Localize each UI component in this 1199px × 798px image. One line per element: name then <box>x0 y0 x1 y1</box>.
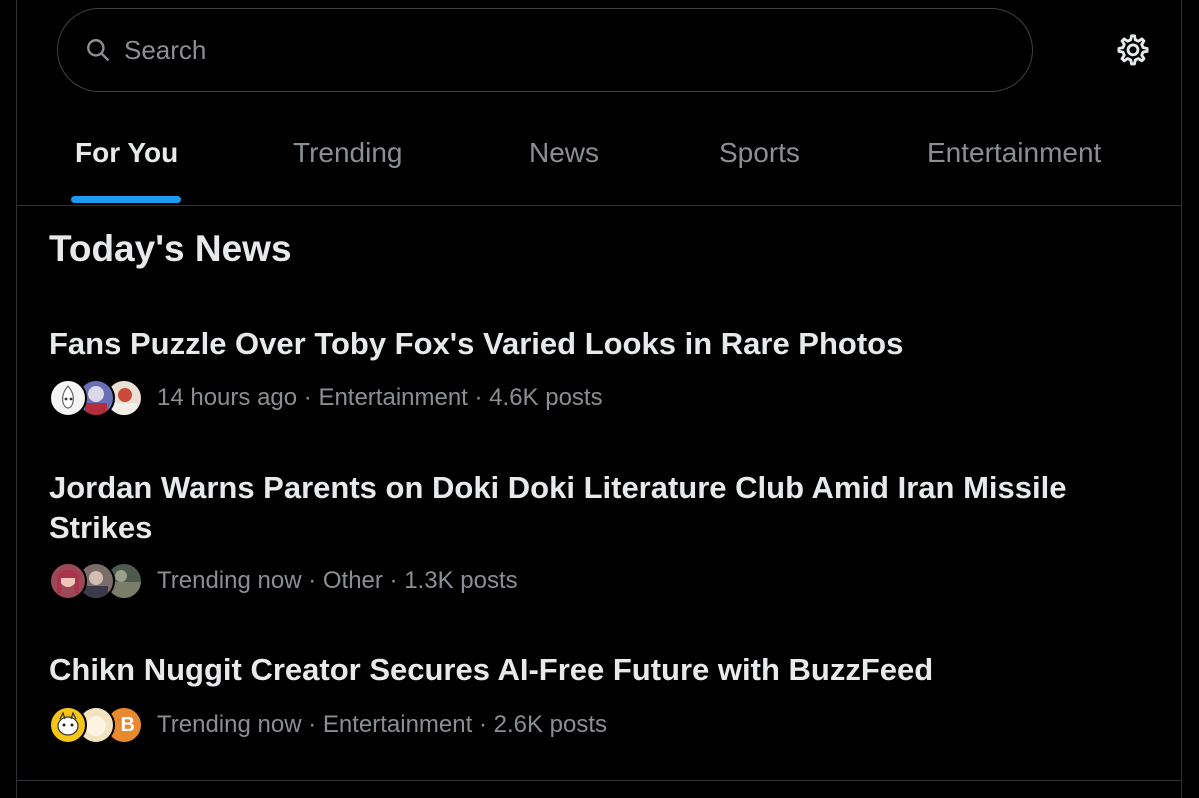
news-headline: Jordan Warns Parents on Doki Doki Litera… <box>49 470 1067 545</box>
tab-bar: For You Trending News Sports Entertainme… <box>17 110 1181 206</box>
tab-label: News <box>529 137 600 168</box>
explore-panel: For You Trending News Sports Entertainme… <box>16 0 1182 798</box>
search-header <box>17 0 1181 110</box>
divider <box>17 780 1181 781</box>
news-headline: Fans Puzzle Over Toby Fox's Varied Looks… <box>49 326 904 361</box>
search-input[interactable] <box>122 33 986 67</box>
tab-label: Trending <box>293 137 403 168</box>
news-item[interactable]: Jordan Warns Parents on Doki Doki Litera… <box>17 464 1181 614</box>
avatar-badge-letter: B <box>120 713 135 736</box>
tab-for-you[interactable]: For You <box>75 110 185 205</box>
tab-entertainment[interactable]: Entertainment <box>927 110 1127 205</box>
gear-icon[interactable] <box>1113 30 1153 70</box>
avatar <box>49 562 87 600</box>
avatar-stack <box>49 562 145 600</box>
tab-sports[interactable]: Sports <box>719 110 819 205</box>
tab-label: For You <box>75 137 179 168</box>
news-item[interactable]: Fans Puzzle Over Toby Fox's Varied Looks… <box>17 320 1181 430</box>
avatar-stack: B <box>49 706 145 744</box>
news-meta: 14 hours ago · Entertainment · 4.6K post… <box>49 378 603 418</box>
news-meta-text: 14 hours ago · Entertainment · 4.6K post… <box>157 384 603 411</box>
news-meta: Trending now · Other · 1.3K posts <box>49 561 518 601</box>
search-icon <box>84 36 112 64</box>
section-title: Today's News <box>49 228 292 269</box>
active-tab-indicator <box>71 196 181 203</box>
tab-label: Entertainment <box>927 137 1102 168</box>
search-box[interactable] <box>57 8 1033 92</box>
news-headline: Chikn Nuggit Creator Secures AI-Free Fut… <box>49 652 934 687</box>
news-item[interactable]: Chikn Nuggit Creator Secures AI-Free Fut… <box>17 648 1181 758</box>
tab-news[interactable]: News <box>529 110 619 205</box>
tab-trending[interactable]: Trending <box>293 110 423 205</box>
avatar <box>49 379 87 417</box>
tab-label: Sports <box>719 137 800 168</box>
avatar-stack <box>49 379 145 417</box>
news-meta: B Trending now · Entertainment · 2.6K po… <box>49 705 607 745</box>
avatar <box>49 706 87 744</box>
news-meta-text: Trending now · Entertainment · 2.6K post… <box>157 711 607 738</box>
news-meta-text: Trending now · Other · 1.3K posts <box>157 567 518 594</box>
